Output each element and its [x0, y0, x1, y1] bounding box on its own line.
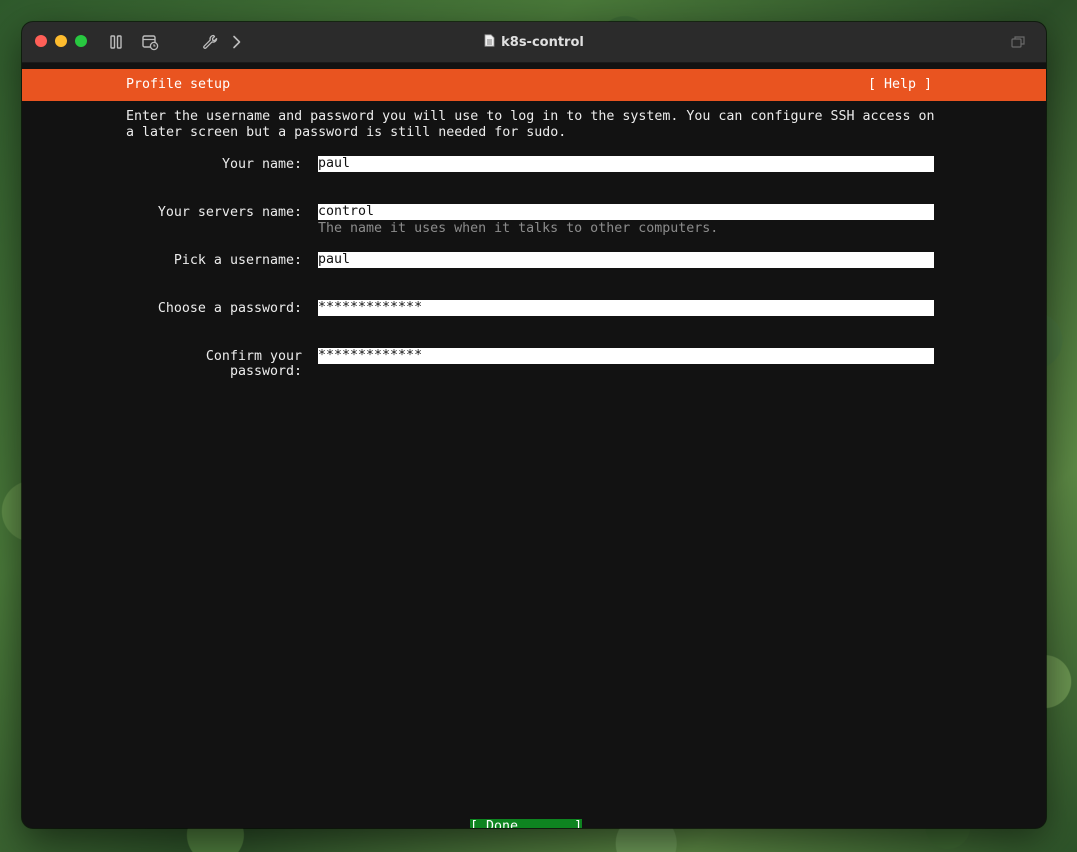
window-title-text: k8s-control — [501, 34, 584, 50]
installer-header: Profile setup [ Help ] — [22, 69, 1046, 101]
console-screen: Profile setup [ Help ] Enter the usernam… — [22, 63, 1046, 828]
server-name-hint: The name it uses when it talks to other … — [318, 221, 719, 236]
document-icon — [484, 33, 495, 51]
window-restore-icon[interactable] — [1008, 32, 1028, 52]
password-label: Choose a password: — [157, 301, 302, 316]
title-bar[interactable]: k8s-control — [22, 22, 1046, 63]
username-field[interactable]: paul — [318, 252, 934, 268]
done-button[interactable]: [ Done ] — [470, 819, 582, 828]
server-name-field[interactable]: control — [318, 204, 934, 220]
username-label: Pick a username: — [173, 253, 302, 268]
your-name-label: Your name: — [221, 157, 302, 172]
password-field[interactable]: ************* — [318, 300, 934, 316]
help-button[interactable]: [ Help ] — [868, 77, 932, 92]
confirm-password-label: Confirm your password: — [205, 349, 302, 379]
intro-text: Enter the username and password you will… — [126, 109, 935, 140]
confirm-password-field[interactable]: ************* — [318, 348, 934, 364]
your-name-field[interactable]: paul — [318, 156, 934, 172]
server-name-label: Your servers name: — [157, 205, 302, 220]
page-title: Profile setup — [126, 77, 231, 92]
vm-window: k8s-control Profile setup [ Help ] Enter… — [22, 22, 1046, 828]
window-title: k8s-control — [22, 22, 1046, 62]
